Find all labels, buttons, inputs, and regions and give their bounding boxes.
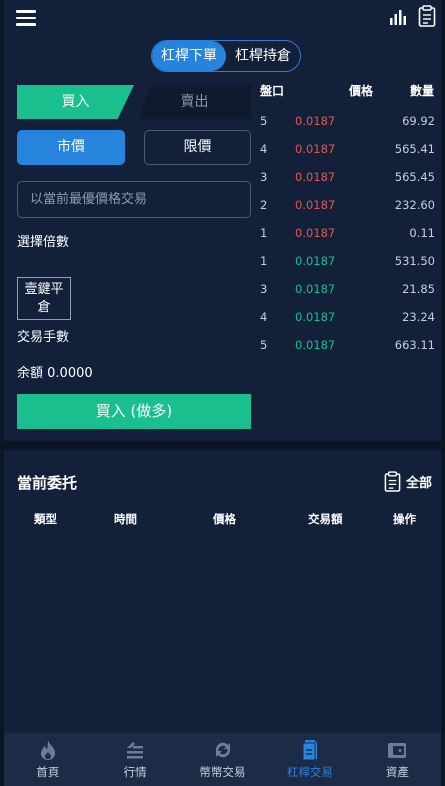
buy-tab[interactable]: 買入 [17,85,134,119]
column-type: 類型 [34,512,57,526]
column-amount: 交易額 [308,512,343,526]
sell-tab[interactable]: 賣出 [138,85,251,119]
orderbook-header-level: 盤口 [260,84,285,98]
ask-qty: 0.11 [409,226,435,240]
tab-assets-label: 資產 [385,765,409,779]
tab-home-label: 首頁 [36,765,60,779]
bid-level: 3 [260,282,268,296]
refresh-icon [215,742,230,758]
menu-icon[interactable] [16,10,36,26]
lots-label: 交易手數 [17,330,70,345]
bid-level: 5 [260,338,268,352]
bottom-tab-bar: 首頁 行情 幣幣交易 杠桿交易 資產 [4,733,441,786]
tab-home[interactable]: 首頁 [4,733,91,786]
bid-qty: 23.24 [402,310,435,324]
bid-row[interactable]: 5 0.0187 663.11 [260,338,435,358]
balance-row: 余額 0.0000 [17,362,93,381]
top-bar [4,0,441,36]
balance-value: 0.0000 [47,366,93,381]
clipboard-icon[interactable] [418,5,436,27]
mode-segment: 杠桿下單 杠桿持倉 [151,40,301,72]
bid-level: 4 [260,310,268,324]
limit-price-button[interactable]: 限價 [144,130,251,165]
column-action: 操作 [393,512,416,526]
ask-row[interactable]: 5 0.0187 69.92 [260,114,435,134]
ask-price: 0.0187 [295,114,336,128]
tab-assets[interactable]: 資產 [354,733,441,786]
orderbook-header-price: 價格 [349,84,374,98]
tab-leverage-trading-label: 杠桿交易 [286,765,333,779]
ask-level: 1 [260,226,268,240]
ask-level: 2 [260,198,268,212]
bar-chart-icon[interactable] [389,9,407,25]
bid-row[interactable]: 4 0.0187 23.24 [260,310,435,330]
ask-price: 0.0187 [295,226,336,240]
all-orders-button[interactable]: 全部 [384,471,432,492]
tab-market[interactable]: 行情 [91,733,178,786]
clipboard-icon [384,471,401,492]
ask-qty: 565.41 [394,142,435,156]
ask-qty: 232.60 [394,198,435,212]
bid-row[interactable]: 3 0.0187 21.85 [260,282,435,302]
bid-qty: 21.85 [402,282,435,296]
bid-price: 0.0187 [295,282,336,296]
tab-leverage-trading[interactable]: 杠桿交易 [266,733,353,786]
ask-price: 0.0187 [295,142,336,156]
ask-row[interactable]: 4 0.0187 565.41 [260,142,435,162]
market-price-button[interactable]: 市價 [17,130,125,165]
ask-qty: 565.45 [394,170,435,184]
ask-price: 0.0187 [295,170,336,184]
flame-icon [40,740,55,760]
ask-price: 0.0187 [295,198,336,212]
orderbook-header-qty: 數量 [410,84,435,98]
ask-level: 3 [260,170,268,184]
column-time: 時間 [114,512,137,526]
buy-long-button[interactable]: 買入 (做多) [17,394,251,429]
app-screen: 杠桿下單 杠桿持倉 買入 賣出 市價 限價 選擇倍數 壹鍵平倉 交易手數 余額 … [3,0,442,786]
tab-market-label: 行情 [123,765,147,779]
bid-price: 0.0187 [295,254,336,268]
tab-spot-trading[interactable]: 幣幣交易 [179,733,266,786]
tab-leverage-position[interactable]: 杠桿持倉 [226,41,300,71]
close-all-button[interactable]: 壹鍵平倉 [17,277,71,320]
current-orders-title: 當前委托 [17,474,78,492]
bid-price: 0.0187 [295,310,336,324]
ask-qty: 69.92 [402,114,435,128]
market-icon [127,742,144,759]
ask-level: 5 [260,114,268,128]
bid-row[interactable]: 1 0.0187 531.50 [260,254,435,274]
wallet-icon [388,743,407,758]
all-orders-label: 全部 [406,476,433,491]
bid-qty: 663.11 [394,338,435,352]
leverage-label: 選擇倍數 [17,235,70,250]
price-input[interactable] [17,181,251,218]
ask-row[interactable]: 3 0.0187 565.45 [260,170,435,190]
tab-spot-trading-label: 幣幣交易 [199,765,246,779]
ask-level: 4 [260,142,268,156]
balance-label: 余額 [17,366,44,381]
column-price: 價格 [213,512,236,526]
ask-row[interactable]: 1 0.0187 0.11 [260,226,435,246]
tab-leverage-order[interactable]: 杠桿下單 [152,41,226,71]
bid-level: 1 [260,254,268,268]
document-icon [302,740,317,761]
bid-price: 0.0187 [295,338,336,352]
bid-qty: 531.50 [394,254,435,268]
ask-row[interactable]: 2 0.0187 232.60 [260,198,435,218]
section-divider [4,441,441,450]
